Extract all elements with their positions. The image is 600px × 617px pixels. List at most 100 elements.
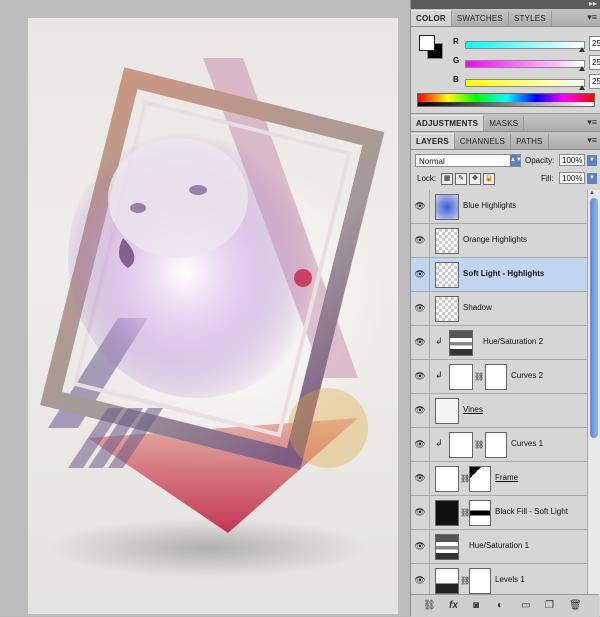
visibility-eye-icon[interactable]: 👁: [413, 439, 427, 449]
tab-swatches[interactable]: SWATCHES: [452, 11, 509, 26]
layer-row-shadow[interactable]: 👁 Shadow: [411, 292, 587, 326]
layer-style-fx-icon[interactable]: fx: [449, 600, 458, 611]
adjustment-curves-icon: [449, 364, 473, 390]
tab-layers[interactable]: LAYERS: [411, 133, 455, 149]
red-slider[interactable]: [465, 41, 585, 49]
layer-mask-thumbnail[interactable]: [469, 500, 491, 526]
visibility-eye-icon[interactable]: 👁: [413, 337, 427, 347]
fill-arrow-icon[interactable]: ▼: [587, 173, 597, 184]
green-slider-knob[interactable]: [579, 66, 585, 71]
lock-all-icon[interactable]: 🔒: [483, 173, 495, 185]
layer-row-soft-light-highlights[interactable]: 👁 Soft Light - Hghlights: [411, 258, 587, 292]
blue-slider[interactable]: [465, 79, 585, 87]
tab-channels[interactable]: CHANNELS: [455, 134, 512, 149]
layer-row-frame[interactable]: 👁 ⛓ Frame: [411, 462, 587, 496]
visibility-eye-icon[interactable]: 👁: [413, 473, 427, 483]
collapse-icon[interactable]: ▸▸: [589, 0, 597, 8]
fill-label: Fill:: [541, 174, 554, 183]
clipping-arrow-icon: ↲: [435, 370, 443, 380]
adjustment-levels-icon: [435, 568, 459, 594]
lock-pixels-icon[interactable]: ✎: [455, 173, 467, 185]
opacity-arrow-icon[interactable]: ▼: [587, 155, 597, 166]
layer-row-curves-1[interactable]: 👁 ↲ ⛓ Curves 1: [411, 428, 587, 462]
panel-menu-icon[interactable]: ▾≡: [587, 117, 597, 128]
lock-position-icon[interactable]: ✥: [469, 173, 481, 185]
tab-paths[interactable]: PATHS: [511, 134, 549, 149]
new-group-icon[interactable]: ▭: [521, 600, 530, 611]
blue-slider-row: B 255: [451, 74, 600, 91]
color-spectrum-bar[interactable]: [417, 93, 595, 107]
visibility-eye-icon[interactable]: 👁: [413, 575, 427, 585]
blend-mode-select[interactable]: Normal ▲▼: [415, 154, 522, 167]
dropdown-arrow-icon[interactable]: ▲▼: [510, 155, 522, 166]
layer-mask-thumbnail[interactable]: [485, 432, 507, 458]
red-value-field[interactable]: 255: [589, 36, 600, 51]
layer-name: Hue/Saturation 2: [483, 337, 544, 346]
layer-mask-thumbnail[interactable]: [469, 466, 491, 492]
artwork-image: [40, 58, 385, 578]
link-chain-icon[interactable]: ⛓: [474, 440, 484, 449]
delete-layer-icon[interactable]: 🗑: [569, 600, 582, 611]
foreground-color-swatch[interactable]: [419, 35, 435, 51]
link-layers-icon[interactable]: ⛓: [423, 600, 436, 611]
new-layer-icon[interactable]: ❐: [545, 600, 554, 611]
green-value-field[interactable]: 255: [589, 55, 600, 70]
layer-row-vines[interactable]: 👁 Vines: [411, 394, 587, 428]
panels-dock: ▸▸ COLOR SWATCHES STYLES ▾≡ R 255 G 255 …: [410, 0, 600, 617]
layer-row-hue-saturation-2[interactable]: 👁 ↲ Hue/Saturation 2: [411, 326, 587, 360]
layer-name: Soft Light - Hghlights: [463, 269, 545, 278]
green-slider[interactable]: [465, 60, 585, 68]
tab-color[interactable]: COLOR: [411, 10, 452, 26]
red-slider-knob[interactable]: [579, 47, 585, 52]
visibility-eye-icon[interactable]: 👁: [413, 507, 427, 517]
layers-scrollbar[interactable]: ▲: [587, 190, 600, 594]
layer-thumbnail: [435, 228, 459, 254]
layer-row-blue-highlights[interactable]: 👁 Blue Highlights: [411, 190, 587, 224]
layer-row-black-fill-soft-light[interactable]: 👁 ⛓ Black Fill - Soft Light: [411, 496, 587, 530]
panel-menu-icon[interactable]: ▾≡: [587, 12, 597, 23]
panel-menu-icon[interactable]: ▾≡: [587, 135, 597, 146]
red-slider-row: R 255: [451, 36, 600, 53]
tab-masks[interactable]: MASKS: [484, 116, 525, 131]
blue-slider-knob[interactable]: [579, 85, 585, 90]
green-label: G: [453, 56, 460, 65]
document-canvas-area[interactable]: [0, 0, 410, 616]
layer-row-curves-2[interactable]: 👁 ↲ ⛓ Curves 2: [411, 360, 587, 394]
layer-thumbnail: [435, 398, 459, 424]
adjustment-huesat-icon: [449, 330, 473, 356]
visibility-eye-icon[interactable]: 👁: [413, 235, 427, 245]
layer-controls: Normal ▲▼ Opacity: 100% ▼ Lock: ▦ ✎ ✥ 🔒 …: [411, 150, 600, 191]
blue-value-field[interactable]: 255: [589, 74, 600, 89]
lock-transparency-icon[interactable]: ▦: [441, 173, 453, 185]
visibility-eye-icon[interactable]: 👁: [413, 269, 427, 279]
blend-mode-value: Normal: [419, 157, 445, 166]
add-mask-icon[interactable]: ◙: [473, 600, 479, 611]
layer-name: Curves 1: [511, 439, 544, 448]
opacity-field[interactable]: 100%: [559, 154, 585, 166]
layer-row-hue-saturation-1[interactable]: 👁 Hue/Saturation 1: [411, 530, 587, 564]
scroll-up-icon[interactable]: ▲: [589, 190, 595, 196]
visibility-eye-icon[interactable]: 👁: [413, 405, 427, 415]
visibility-eye-icon[interactable]: 👁: [413, 303, 427, 313]
layer-row-orange-highlights[interactable]: 👁 Orange Highlights: [411, 224, 587, 258]
scrollbar-thumb[interactable]: [590, 198, 598, 438]
green-slider-row: G 255: [451, 55, 600, 72]
layer-mask-thumbnail[interactable]: [485, 364, 507, 390]
layer-row-levels-1[interactable]: 👁 ⛓ Levels 1: [411, 564, 587, 594]
artwork-document[interactable]: [28, 18, 398, 614]
tab-styles[interactable]: STYLES: [509, 11, 552, 26]
fill-field[interactable]: 100%: [559, 172, 585, 184]
layer-thumbnail: [435, 500, 459, 526]
opacity-label: Opacity:: [525, 156, 555, 165]
adjustment-layer-icon[interactable]: ◐: [497, 600, 503, 611]
visibility-eye-icon[interactable]: 👁: [413, 541, 427, 551]
layer-mask-thumbnail[interactable]: [469, 568, 491, 594]
layer-thumbnail: [435, 194, 459, 220]
tab-adjustments[interactable]: ADJUSTMENTS: [411, 115, 485, 131]
visibility-eye-icon[interactable]: 👁: [413, 201, 427, 211]
visibility-eye-icon[interactable]: 👁: [413, 371, 427, 381]
link-chain-icon[interactable]: ⛓: [474, 372, 484, 381]
layers-panel-tabs: LAYERS CHANNELS PATHS ▾≡: [411, 132, 600, 150]
layers-list: 👁 Blue Highlights 👁 Orange Highlights 👁 …: [411, 190, 599, 594]
adjustment-huesat-icon: [435, 534, 459, 560]
